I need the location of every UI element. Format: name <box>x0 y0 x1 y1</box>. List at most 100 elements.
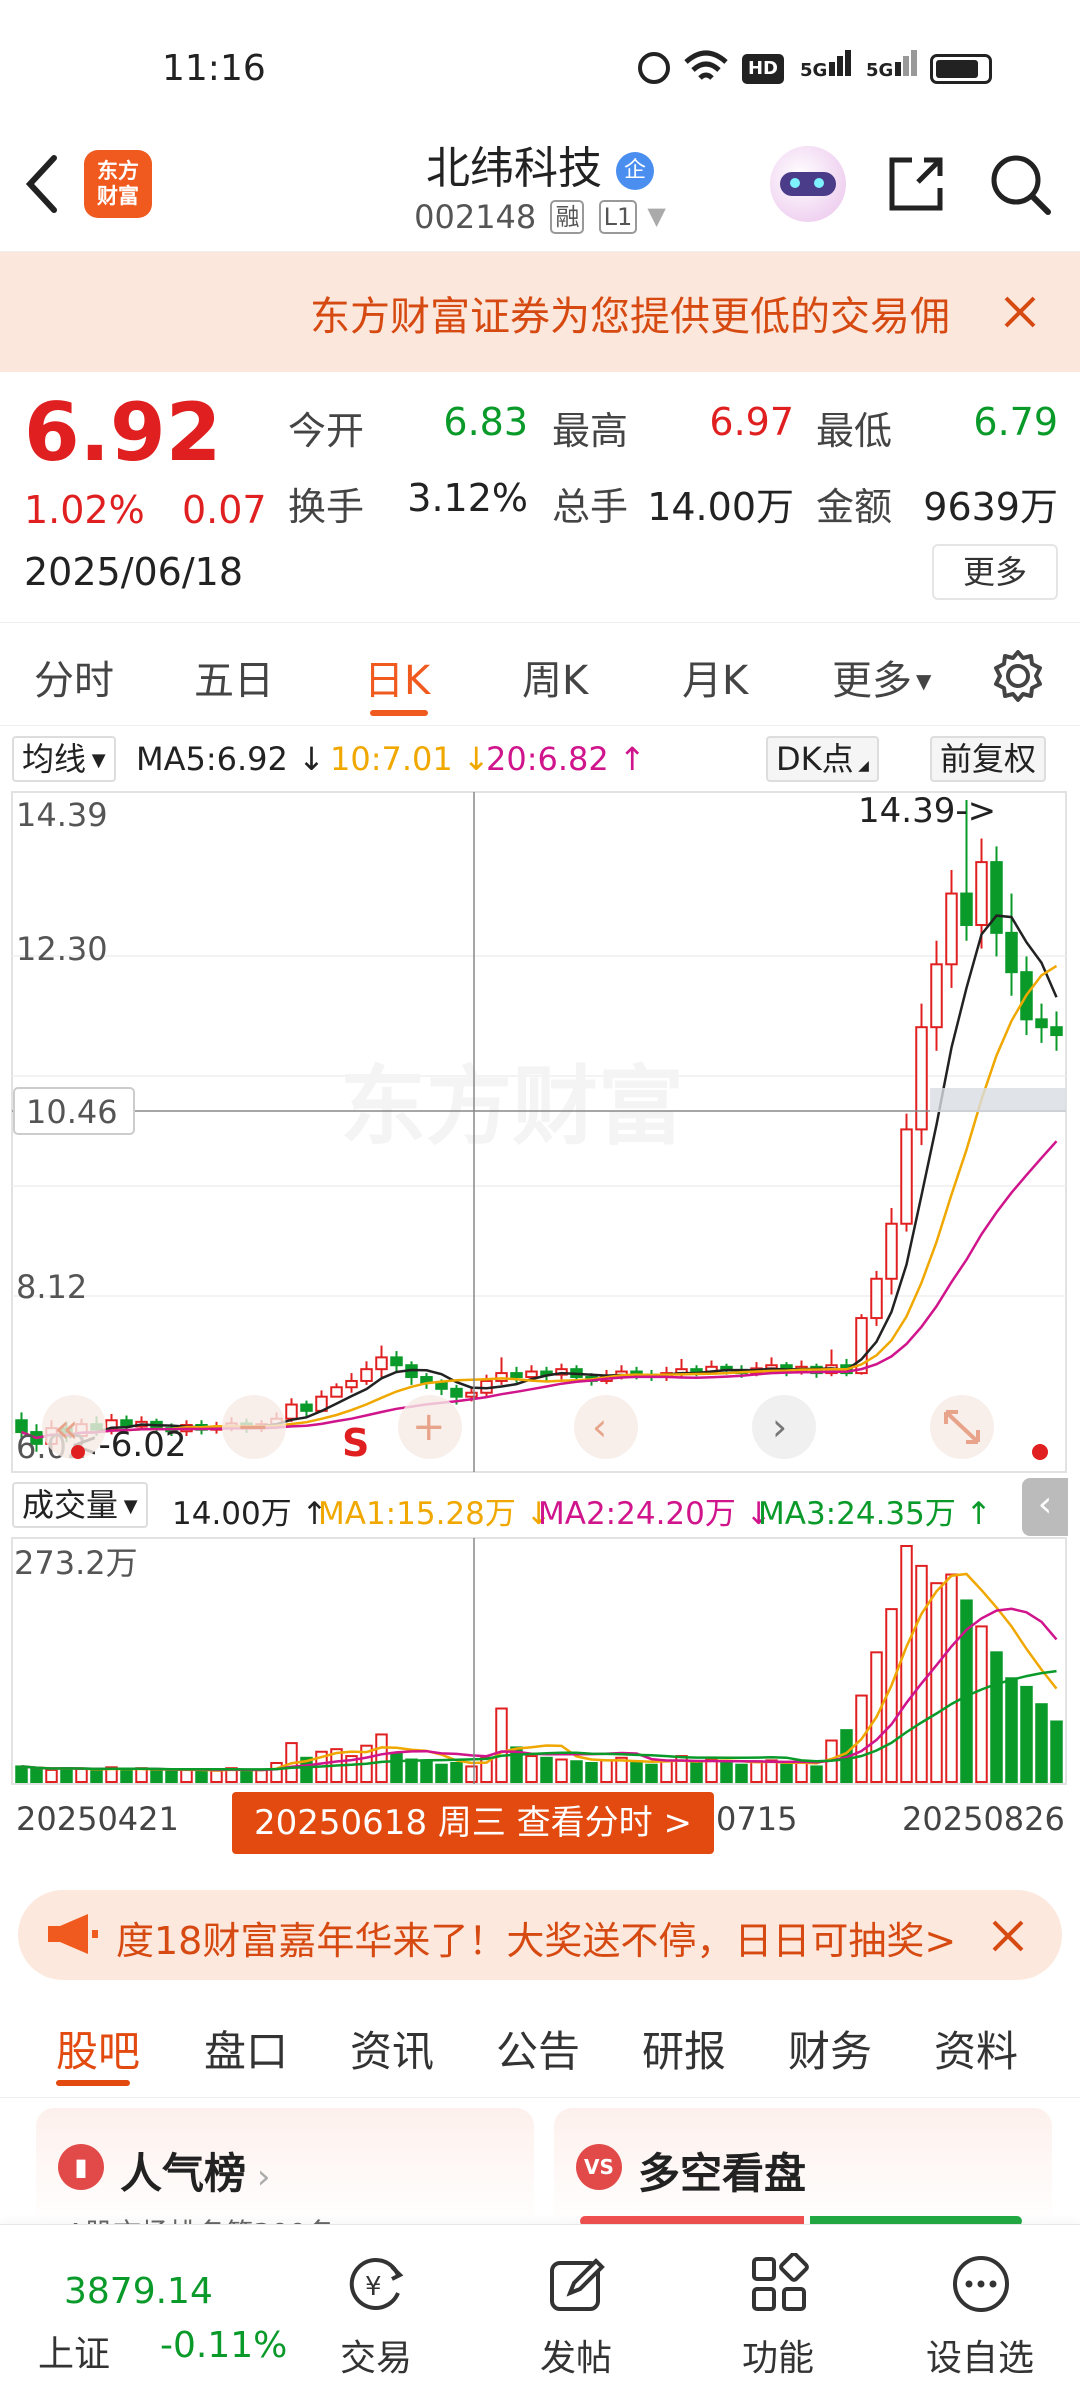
tab-research[interactable]: 研报 <box>642 2018 726 2079</box>
volume-bar <box>255 1768 268 1783</box>
close-icon[interactable] <box>990 1918 1026 1954</box>
volume-bar <box>150 1769 163 1783</box>
up-arrow-icon: ↑ <box>955 1496 992 1532</box>
nav-trade-label: 交易 <box>339 2338 412 2379</box>
min-dot <box>71 1445 85 1459</box>
promo-text[interactable]: 东方财富证券为您提供更低的交易佣 <box>310 284 960 342</box>
volume-selector[interactable]: 成交量 ▼ <box>12 1482 148 1528</box>
dk-point-button[interactable]: DK点 ◢ <box>766 736 879 782</box>
amount-label: 金额 <box>816 485 893 529</box>
tab-profile[interactable]: 资料 <box>934 2018 1018 2079</box>
candle-body <box>435 1381 448 1390</box>
candle-body <box>285 1403 298 1420</box>
volume-bar <box>1005 1677 1018 1783</box>
collapse-panel-button[interactable]: ‹ <box>1022 1478 1068 1536</box>
tab-weekly-k[interactable]: 周K <box>522 648 588 706</box>
ma10-value: 10:7.01 ↓ <box>330 740 490 778</box>
candle-body <box>390 1356 403 1367</box>
watermark: 东方财富 <box>340 1057 684 1157</box>
chevron-left-icon: ‹ <box>592 1405 607 1449</box>
nav-functions-label: 功能 <box>741 2338 814 2379</box>
volume-value: 14.00万 <box>647 485 794 529</box>
volume-value-label: 14.00万 <box>172 1496 292 1532</box>
volume-bar <box>90 1769 103 1783</box>
nav-add-watchlist[interactable]: 设自选 <box>900 2245 1060 2395</box>
x-date-mid: 0715 <box>716 1800 798 1838</box>
volume-bar <box>975 1625 988 1784</box>
candle-body <box>525 1370 538 1379</box>
change-percent: 1.02% <box>24 488 145 532</box>
open-value: 6.83 <box>443 400 528 444</box>
robot-avatar-icon[interactable] <box>770 146 846 222</box>
dk-label: DK点 <box>776 740 854 778</box>
last-price: 6.92 <box>24 386 222 479</box>
vol-ma1: MA1:15.28万 ↓ <box>318 1488 552 1533</box>
tab-five-day[interactable]: 五日 <box>194 648 274 706</box>
candle-body <box>960 892 973 926</box>
candle-body <box>690 1368 703 1373</box>
share-icon[interactable] <box>884 152 948 216</box>
volume-bar <box>465 1765 478 1783</box>
volume-bar <box>915 1564 928 1784</box>
settings-icon[interactable] <box>990 648 1046 704</box>
kline-chart[interactable]: 东方财富 14.39 12.30 10.46 8.12 6.02 14.39->… <box>0 786 1080 1478</box>
5g-signal-icon: 5G <box>800 50 852 81</box>
search-icon[interactable] <box>988 152 1054 218</box>
candle-body <box>465 1391 478 1398</box>
tab-more-arrow-icon: ▼ <box>916 669 932 693</box>
tab-announcements[interactable]: 公告 <box>496 2018 580 2079</box>
volume-bar <box>30 1768 43 1784</box>
trade-icon: ¥ <box>349 2258 404 2310</box>
tab-financials[interactable]: 财务 <box>788 2018 872 2079</box>
candle-body <box>450 1387 463 1398</box>
tab-intraday[interactable]: 分时 <box>34 648 114 706</box>
svg-text:¥: ¥ <box>365 2272 382 2302</box>
status-time: 11:16 <box>162 48 266 89</box>
more-quote-button[interactable]: 更多 <box>932 544 1058 600</box>
x-date-left: 20250421 <box>16 1800 179 1838</box>
tab-forum[interactable]: 股吧 <box>56 2018 140 2079</box>
5g-signal-icon: 5G <box>866 50 918 81</box>
vol-ma3: MA3:24.35万 ↑ <box>758 1488 992 1533</box>
wifi-icon <box>684 50 728 80</box>
active-content-tab-indicator <box>56 2080 130 2086</box>
tab-more[interactable]: 更多 ▼ <box>832 648 931 706</box>
nav-functions[interactable]: 功能 <box>698 2245 858 2395</box>
volume-bar <box>570 1760 583 1783</box>
enterprise-badge: 企 <box>616 152 654 190</box>
close-icon[interactable] <box>1002 294 1038 330</box>
volume-selector-label: 成交量 <box>22 1486 119 1524</box>
nav-post[interactable]: 发帖 <box>496 2245 656 2395</box>
vol-ma2-label: MA2:24.20万 <box>538 1496 736 1532</box>
rewind-icon: « <box>54 1406 78 1452</box>
volume-bar <box>540 1756 553 1784</box>
tab-order-book[interactable]: 盘口 <box>204 2018 288 2079</box>
volume-bar <box>525 1755 538 1783</box>
view-intraday-tooltip[interactable]: 20250618 周三 查看分时 > <box>232 1792 714 1854</box>
event-text[interactable]: 度18财富嘉年华来了！大奖送不停，日日可抽奖> <box>116 1910 956 1965</box>
bull-bear-card[interactable]: VS 多空看盘 <box>554 2108 1052 2226</box>
volume-bar <box>990 1651 1003 1784</box>
minus-icon: − <box>236 1404 270 1450</box>
popularity-card[interactable]: ▮ 人气榜 › A股市场排名第300名 <box>36 2108 534 2226</box>
candle-body <box>375 1356 388 1371</box>
index-name[interactable]: 上证 <box>38 2325 110 2377</box>
volume-bar <box>45 1768 58 1783</box>
volume-chart[interactable]: 273.2万 <box>0 1536 1080 1788</box>
live-dot <box>1032 1444 1048 1460</box>
adjust-button[interactable]: 前复权 <box>930 736 1047 782</box>
tab-monthly-k[interactable]: 月K <box>682 648 748 706</box>
index-change[interactable]: -0.11% <box>160 2325 287 2366</box>
tab-news[interactable]: 资讯 <box>350 2018 434 2079</box>
ma5-value: MA5:6.92 ↓ <box>136 740 325 778</box>
index-value[interactable]: 3879.14 <box>64 2271 213 2312</box>
down-arrow-icon: ↓ <box>452 740 490 778</box>
ma-selector[interactable]: 均线 ▼ <box>12 736 116 782</box>
chevron-left-icon: ‹ <box>1037 1484 1053 1525</box>
tab-daily-k[interactable]: 日K <box>364 648 430 706</box>
volume-bar <box>1050 1720 1063 1784</box>
volume-bar <box>900 1545 913 1783</box>
high-label: 最高 <box>552 409 629 453</box>
max-price-marker: 14.39-> <box>858 791 996 831</box>
nav-trade[interactable]: ¥ 交易 <box>296 2245 456 2395</box>
